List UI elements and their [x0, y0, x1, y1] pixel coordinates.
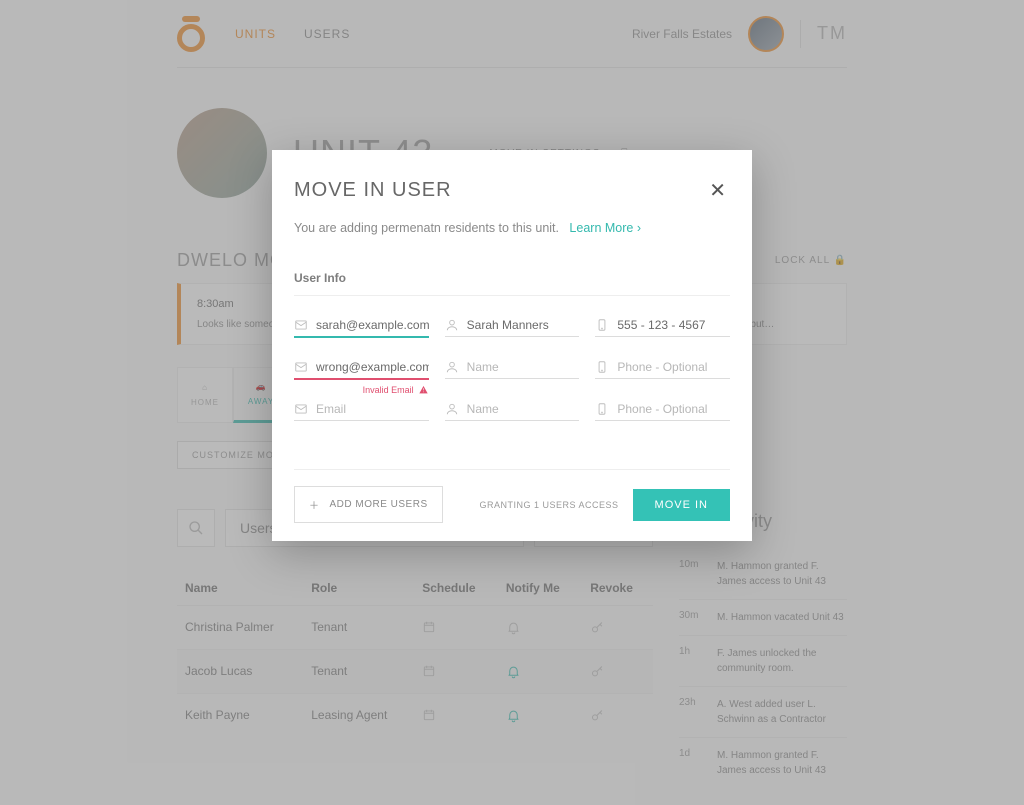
email-field[interactable]: Invalid Email — [294, 360, 429, 380]
name-field[interactable] — [445, 318, 580, 337]
email-field[interactable] — [294, 402, 429, 421]
user-info-label: User Info — [294, 271, 730, 296]
move-in-user-modal: MOVE IN USER ✕ You are adding permenatn … — [272, 150, 752, 541]
user-icon — [445, 360, 459, 374]
user-form-row: Invalid Email — [294, 360, 730, 380]
user-form-row — [294, 402, 730, 421]
mail-icon — [294, 402, 308, 416]
modal-title: MOVE IN USER — [294, 179, 452, 202]
plus-icon: ＋ — [309, 497, 320, 512]
email-input[interactable] — [316, 318, 429, 332]
phone-input[interactable] — [617, 318, 730, 332]
name-input[interactable] — [467, 318, 580, 332]
name-input[interactable] — [467, 402, 580, 416]
email-input[interactable] — [316, 360, 429, 374]
modal-subtitle: You are adding permenatn residents to th… — [294, 221, 559, 235]
close-icon: ✕ — [709, 180, 726, 202]
add-more-users-button[interactable]: ＋ ADD MORE USERS — [294, 486, 443, 523]
phone-field[interactable] — [595, 402, 730, 421]
move-in-submit-button[interactable]: MOVE IN — [633, 489, 730, 521]
phone-input[interactable] — [617, 360, 730, 374]
mail-icon — [294, 360, 308, 374]
name-field[interactable] — [445, 360, 580, 379]
phone-input[interactable] — [617, 402, 730, 416]
modal-close-button[interactable]: ✕ — [705, 174, 730, 207]
granting-note: GRANTING 1 USERS ACCESS — [480, 500, 619, 510]
learn-more-link[interactable]: Learn More › — [569, 221, 641, 235]
name-field[interactable] — [445, 402, 580, 421]
error-message: Invalid Email — [363, 384, 429, 395]
phone-field[interactable] — [595, 360, 730, 379]
name-input[interactable] — [467, 360, 580, 374]
phone-icon — [595, 318, 609, 332]
modal-overlay[interactable]: MOVE IN USER ✕ You are adding permenatn … — [0, 0, 1024, 805]
email-field[interactable] — [294, 318, 429, 338]
phone-icon — [595, 360, 609, 374]
phone-field[interactable] — [595, 318, 730, 337]
user-icon — [445, 402, 459, 416]
warning-icon — [418, 384, 429, 395]
email-input[interactable] — [316, 402, 429, 416]
user-icon — [445, 318, 459, 332]
mail-icon — [294, 318, 308, 332]
phone-icon — [595, 402, 609, 416]
user-form-row — [294, 318, 730, 338]
